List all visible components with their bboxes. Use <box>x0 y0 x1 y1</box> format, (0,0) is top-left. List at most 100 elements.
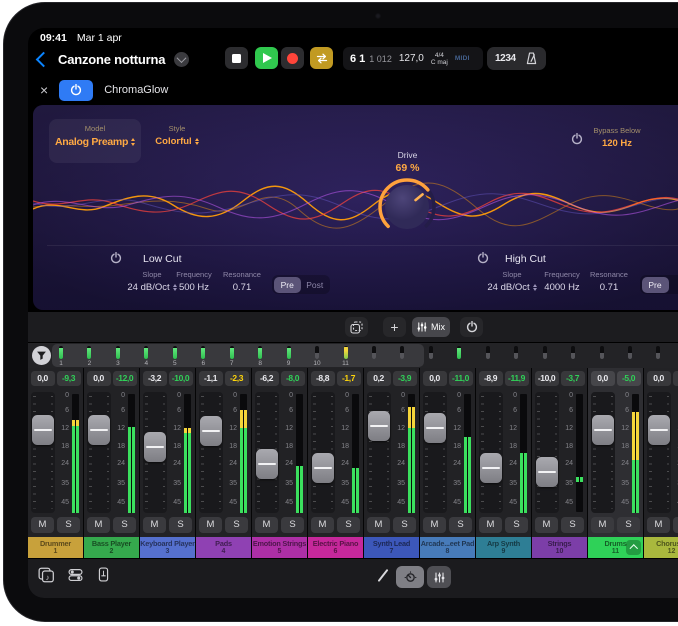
peak-value[interactable]: -10,0 <box>169 371 193 386</box>
plugins-button[interactable] <box>68 568 83 582</box>
fader-cap[interactable] <box>648 415 670 445</box>
channel-strip[interactable]: -8,8-1,7061218243545MSElectric Piano6 <box>308 368 363 558</box>
volume-value[interactable]: 0,0 <box>647 371 671 386</box>
record-button[interactable] <box>281 47 304 69</box>
solo-button[interactable]: S <box>113 517 136 533</box>
low-cut-pre-post[interactable]: Pre Post <box>272 275 330 294</box>
peak-value[interactable]: -9,3 <box>57 371 81 386</box>
fader-cap[interactable] <box>32 415 54 445</box>
close-icon[interactable]: × <box>40 83 48 97</box>
fader-lane[interactable] <box>535 392 559 513</box>
solo-button[interactable]: S <box>281 517 304 533</box>
volume-value[interactable]: 0,2 <box>367 371 391 386</box>
solo-button[interactable]: S <box>169 517 192 533</box>
play-button[interactable] <box>255 47 278 69</box>
volume-value[interactable]: -8,9 <box>479 371 503 386</box>
add-track-button[interactable]: + <box>383 317 406 337</box>
low-cut-resonance[interactable]: Resonance 0.71 <box>206 270 278 293</box>
fader-lane[interactable] <box>87 392 111 513</box>
channel-strip[interactable]: -10,0-3,7061218243545MSStrings10 <box>532 368 587 558</box>
mute-button[interactable]: M <box>199 517 222 533</box>
navigator-meter[interactable] <box>87 346 91 359</box>
channel-strip[interactable]: -6,2-8,0061218243545MSEmotion Strings5 <box>252 368 307 558</box>
fader-cap[interactable] <box>200 416 222 446</box>
high-cut-power-button[interactable] <box>477 252 489 264</box>
channel-strip[interactable]: 0,0-11,0061218243545MSArcade...eet Pad8 <box>420 368 475 558</box>
navigator-meter[interactable] <box>372 346 376 359</box>
fader-lane[interactable] <box>31 392 55 513</box>
style-selector[interactable]: Style Colorful <box>145 124 209 147</box>
track-label[interactable]: Arp Synth9 <box>476 537 531 558</box>
channel-strip[interactable]: -8,9-11,9061218243545MSArp Synth9 <box>476 368 531 558</box>
song-title[interactable]: Canzone notturna <box>58 52 165 67</box>
mute-button[interactable]: M <box>479 517 502 533</box>
channel-strip[interactable]: 0,0-12,0061218243545MSBass Player2 <box>84 368 139 558</box>
solo-button[interactable]: S <box>673 517 678 533</box>
navigator-meter[interactable] <box>258 346 262 359</box>
volume-value[interactable]: -10,0 <box>535 371 559 386</box>
fader-cap[interactable] <box>88 415 110 445</box>
channel-strip[interactable]: 0,0-9,3061218243545MSDrummer1 <box>28 368 83 558</box>
navigator-meter[interactable] <box>59 346 63 359</box>
track-label[interactable]: Bass Player2 <box>84 537 139 558</box>
solo-button[interactable]: S <box>57 517 80 533</box>
solo-button[interactable]: S <box>617 517 640 533</box>
volume-value[interactable]: -8,8 <box>311 371 335 386</box>
volume-value[interactable]: -1,1 <box>199 371 223 386</box>
cycle-button[interactable] <box>310 47 333 69</box>
mute-button[interactable]: M <box>87 517 110 533</box>
solo-button[interactable]: S <box>337 517 360 533</box>
mix-view-button[interactable]: Mix <box>412 317 450 337</box>
mute-button[interactable]: M <box>591 517 614 533</box>
mute-button[interactable]: M <box>535 517 558 533</box>
navigator-meter[interactable] <box>600 346 604 359</box>
navigator-meter[interactable] <box>571 346 575 359</box>
navigator-meter[interactable] <box>628 346 632 359</box>
navigator-meter[interactable] <box>400 346 404 359</box>
channel-strip[interactable]: 0,2-3,9061218243545MSSynth Lead7 <box>364 368 419 558</box>
mixer-power-button[interactable] <box>460 317 483 337</box>
fader-lane[interactable] <box>199 392 223 513</box>
fader-cap[interactable] <box>424 413 446 443</box>
fader-cap[interactable] <box>256 449 278 479</box>
plugin-power-button[interactable] <box>59 80 93 101</box>
faders-view-button[interactable] <box>427 566 451 588</box>
peak-value[interactable]: -5,0 <box>617 371 641 386</box>
metronome-button[interactable] <box>525 52 538 65</box>
navigator-meter[interactable] <box>144 346 148 359</box>
pre-button[interactable]: Pre <box>274 277 302 293</box>
model-selector[interactable]: Model Analog Preamp <box>49 119 141 163</box>
track-label[interactable]: Keyboard Player3 <box>140 537 195 558</box>
navigator-meter[interactable] <box>230 346 234 359</box>
track-label[interactable]: Drums11 <box>588 537 643 558</box>
peak-value[interactable]: -8,0 <box>281 371 305 386</box>
channel-strip[interactable]: -1,1-2,3061218243545MSPads4 <box>196 368 251 558</box>
track-label[interactable]: Arcade...eet Pad8 <box>420 537 475 558</box>
navigator-meter[interactable] <box>656 346 660 359</box>
solo-button[interactable]: S <box>505 517 528 533</box>
drive-knob[interactable] <box>375 175 439 239</box>
high-cut-resonance[interactable]: Resonance 0.71 <box>573 270 645 293</box>
low-cut-power-button[interactable] <box>110 252 122 264</box>
peak-value[interactable]: -12,0 <box>113 371 137 386</box>
bypass-below-control[interactable]: Bypass Below 120 Hz <box>586 126 648 149</box>
stop-button[interactable] <box>225 47 248 69</box>
volume-value[interactable]: 0,0 <box>87 371 111 386</box>
fader-cap[interactable] <box>144 432 166 462</box>
volume-value[interactable]: -6,2 <box>255 371 279 386</box>
volume-value[interactable]: -3,2 <box>143 371 167 386</box>
peak-value[interactable]: -2,3 <box>225 371 249 386</box>
solo-button[interactable]: S <box>393 517 416 533</box>
pre-button[interactable]: Pre <box>642 277 669 293</box>
fader-cap[interactable] <box>368 411 390 441</box>
navigator-meter[interactable] <box>429 346 433 359</box>
regions-button[interactable] <box>345 317 368 337</box>
mixer-navigator[interactable]: 1234567891011 <box>28 343 678 368</box>
mute-button[interactable]: M <box>423 517 446 533</box>
peak-value[interactable]: -11,0 <box>449 371 473 386</box>
solo-button[interactable]: S <box>561 517 584 533</box>
fader-cap[interactable] <box>536 457 558 487</box>
channel-strip[interactable]: 0,0-5,0061218243545MSDrums11 <box>588 368 643 558</box>
navigator-meter[interactable] <box>457 346 461 359</box>
track-label[interactable]: Electric Piano6 <box>308 537 363 558</box>
